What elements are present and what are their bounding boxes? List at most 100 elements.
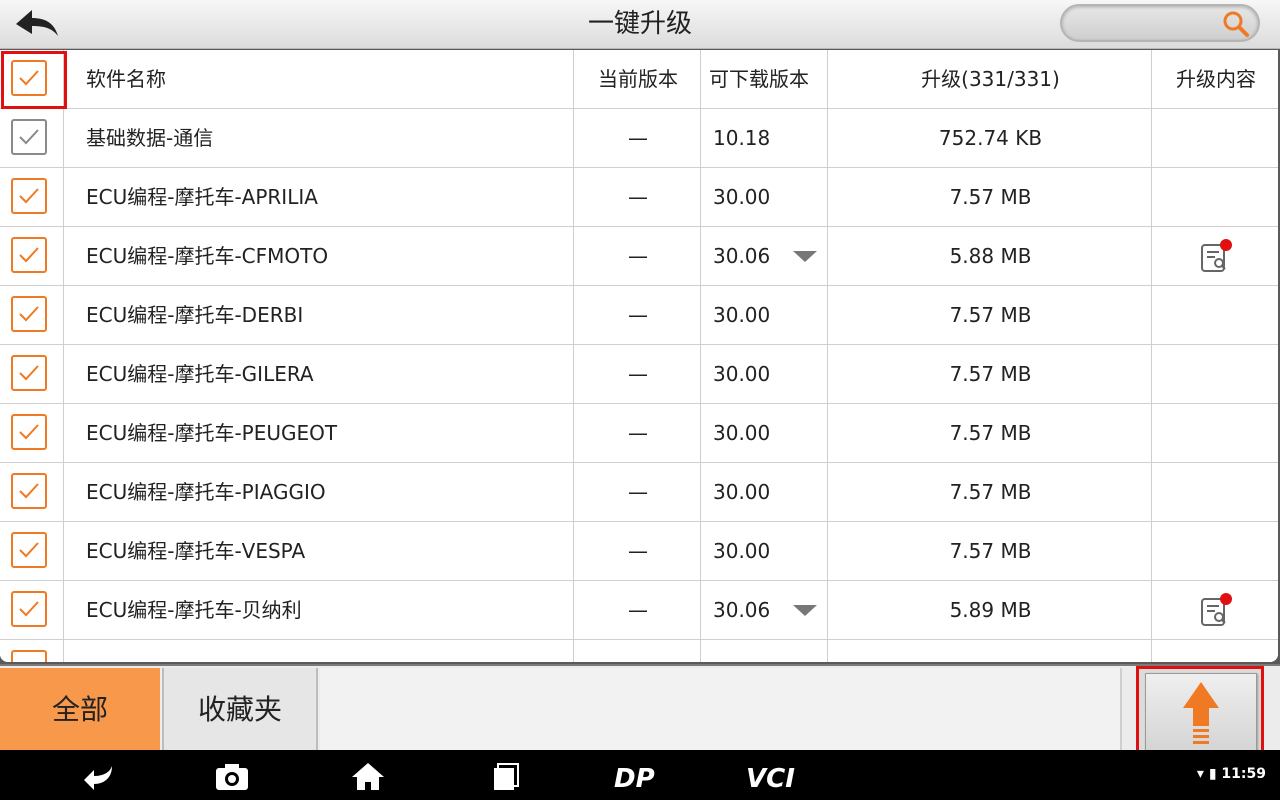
available-version-cell[interactable]: 30.06 — [703, 227, 828, 285]
table-row[interactable]: ECU编程-摩托车-GILERA — 30.00 7.57 MB — [0, 345, 1278, 404]
col-header-current: 当前版本 — [576, 50, 701, 108]
upgrade-button[interactable] — [1145, 673, 1257, 753]
version-dropdown-arrow-icon[interactable] — [793, 251, 817, 262]
row-checkbox-cell — [0, 404, 64, 462]
row-checkbox[interactable] — [11, 532, 47, 568]
recent-apps-icon[interactable] — [486, 760, 526, 792]
tab-favorites[interactable]: 收藏夹 — [162, 668, 318, 752]
software-name: ECU编程-摩托车-GILERA — [66, 345, 574, 403]
software-name: 基础数据-通信 — [66, 109, 574, 167]
upload-arrow-icon — [1183, 682, 1219, 744]
row-checkbox-cell — [0, 463, 64, 521]
available-version-cell: 30.00 — [703, 463, 828, 521]
table-row[interactable]: ECU编程-摩托车-CFMOTO — 30.06 5.88 MB — [0, 227, 1278, 286]
table-row[interactable]: ECU编程-摩托车-APRILIA — 30.00 7.57 MB — [0, 168, 1278, 227]
current-version: — — [576, 286, 701, 344]
row-checkbox-cell — [0, 345, 64, 403]
tab-all[interactable]: 全部 — [0, 668, 160, 752]
row-checkbox-cell — [0, 640, 64, 662]
table-row[interactable]: 基础数据-通信 — 10.18 752.74 KB — [0, 109, 1278, 168]
software-name: ECU编程-摩托车-贝纳利 — [66, 581, 574, 639]
current-version: — — [576, 581, 701, 639]
available-version: 30.00 — [713, 539, 771, 563]
wifi-icon: ▾ — [1196, 766, 1204, 782]
upgrade-content-cell — [1154, 581, 1278, 639]
table-row[interactable]: ECU编程-摩托车-PEUGEOT — 30.00 7.57 MB — [0, 404, 1278, 463]
available-version-cell: 30.00 — [703, 286, 828, 344]
bottom-bar: 全部 收藏夹 — [0, 664, 1280, 758]
upgrade-content-cell — [1154, 109, 1278, 167]
download-size: 7.57 MB — [830, 168, 1152, 226]
col-header-name: 软件名称 — [66, 50, 574, 108]
svg-text:DP: DP — [614, 764, 655, 792]
row-checkbox-cell — [0, 109, 64, 167]
return-icon[interactable] — [78, 760, 118, 792]
search-field[interactable] — [1060, 4, 1260, 42]
software-name: ECU编程-摩托车-APRILIA — [66, 168, 574, 226]
available-version: 30.00 — [713, 185, 771, 209]
upgrade-content-cell — [1154, 404, 1278, 462]
available-version-cell: 30.00 — [703, 345, 828, 403]
software-name: ECU编程-摩托车-CFMOTO — [66, 227, 574, 285]
search-icon[interactable] — [1222, 10, 1250, 38]
col-header-available: 可下载版本 — [703, 50, 828, 108]
row-checkbox[interactable] — [11, 355, 47, 391]
available-version: 30.00 — [713, 362, 771, 386]
row-checkbox[interactable] — [11, 473, 47, 509]
software-name: ECU编程-摩托车-PEUGEOT — [66, 404, 574, 462]
home-icon[interactable] — [348, 760, 388, 792]
row-checkbox-cell — [0, 227, 64, 285]
clock: 11:59 — [1221, 766, 1266, 782]
row-checkbox[interactable] — [11, 591, 47, 627]
upgrade-content-cell — [1154, 168, 1278, 226]
upgrade-content-cell — [1154, 286, 1278, 344]
row-checkbox[interactable] — [11, 414, 47, 450]
upgrade-content-cell — [1154, 522, 1278, 580]
download-size: 5.89 MB — [830, 581, 1152, 639]
download-size: 7.57 MB — [830, 463, 1152, 521]
current-version — [576, 640, 701, 662]
upgrade-button-highlight — [1136, 666, 1264, 758]
col-header-upgrade: 升级(331/331) — [830, 50, 1152, 108]
software-name — [66, 640, 574, 662]
software-name: ECU编程-摩托车-DERBI — [66, 286, 574, 344]
vci-icon[interactable]: VCI — [744, 760, 808, 792]
download-size: 7.57 MB — [830, 404, 1152, 462]
current-version: — — [576, 463, 701, 521]
row-checkbox-cell — [0, 168, 64, 226]
current-version: — — [576, 345, 701, 403]
system-nav-bar: DP VCI ▾ ▮ 11:59 — [0, 750, 1280, 800]
upgrade-content-cell — [1154, 640, 1278, 662]
row-checkbox[interactable] — [11, 119, 47, 155]
row-checkbox[interactable] — [11, 237, 47, 273]
battery-icon: ▮ — [1208, 766, 1217, 782]
table-row[interactable]: ECU编程-摩托车-VESPA — 30.00 7.57 MB — [0, 522, 1278, 581]
download-size: 7.57 MB — [830, 522, 1152, 580]
camera-icon[interactable] — [212, 760, 252, 792]
bottom-spacer — [320, 668, 1122, 752]
status-area: ▾ ▮ 11:59 — [1197, 766, 1266, 782]
software-name: ECU编程-摩托车-PIAGGIO — [66, 463, 574, 521]
row-checkbox[interactable] — [11, 296, 47, 332]
table-row[interactable]: ECU编程-摩托车-贝纳利 — 30.06 5.89 MB — [0, 581, 1278, 640]
download-size: 7.57 MB — [830, 345, 1152, 403]
available-version-cell[interactable]: 30.06 — [703, 581, 828, 639]
row-checkbox[interactable] — [11, 650, 47, 662]
row-checkbox-cell — [0, 522, 64, 580]
table-row-partial[interactable] — [0, 640, 1278, 662]
dp-icon[interactable]: DP — [612, 760, 668, 792]
available-version: 30.00 — [713, 480, 771, 504]
select-all-highlight — [1, 51, 67, 109]
version-dropdown-arrow-icon[interactable] — [793, 605, 817, 616]
release-notes-icon[interactable] — [1200, 593, 1232, 627]
available-version-cell: 30.00 — [703, 522, 828, 580]
download-size: 7.57 MB — [830, 286, 1152, 344]
release-notes-icon[interactable] — [1200, 239, 1232, 273]
table-row[interactable]: ECU编程-摩托车-PIAGGIO — 30.00 7.57 MB — [0, 463, 1278, 522]
col-header-content: 升级内容 — [1176, 67, 1256, 91]
row-checkbox[interactable] — [11, 178, 47, 214]
table-row[interactable]: ECU编程-摩托车-DERBI — 30.00 7.57 MB — [0, 286, 1278, 345]
current-version: — — [576, 227, 701, 285]
svg-text:VCI: VCI — [746, 764, 795, 792]
download-size: 752.74 KB — [830, 109, 1152, 167]
